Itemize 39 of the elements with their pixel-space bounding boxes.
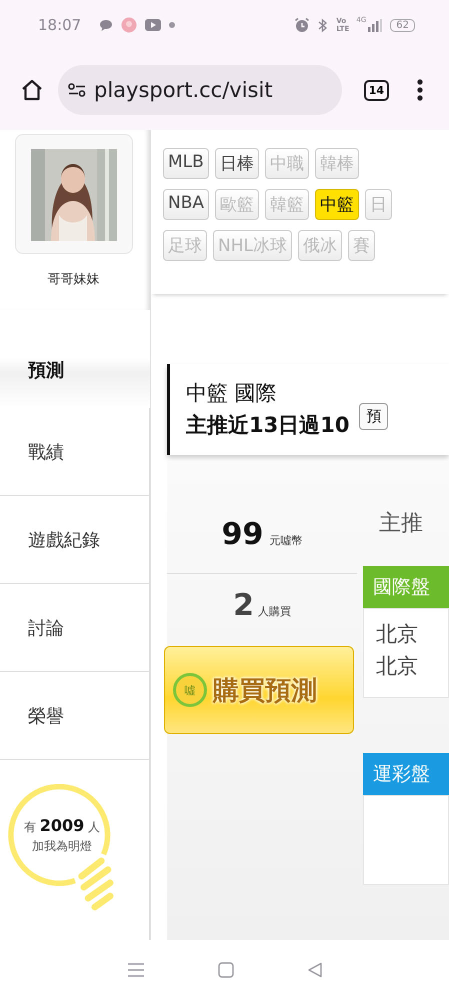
prediction-button[interactable]: 預 — [359, 402, 388, 430]
heading-title: 中籃 國際 — [186, 380, 278, 408]
sport-tag[interactable]: 日棒 — [214, 148, 259, 179]
heading-subtitle: 主推近13日過10 — [186, 412, 350, 440]
dot-icon — [169, 22, 176, 28]
prediction-title: 主推 — [379, 510, 424, 538]
buyers-count: 2 — [233, 588, 254, 623]
tab-count-button[interactable]: 14 — [364, 80, 389, 100]
profile-name: 哥哥妹妹 — [48, 271, 100, 288]
sport-tag[interactable]: NBA — [163, 189, 210, 220]
buyers-unit: 人購買 — [258, 604, 291, 619]
sport-tag[interactable]: MLB — [163, 148, 209, 179]
sport-tag[interactable]: 中籃 — [315, 189, 360, 220]
chat-icon — [99, 18, 114, 32]
section-header: 運彩盤 — [363, 753, 449, 795]
section-body: 北京 北京 — [363, 608, 449, 698]
price-value: 99 — [222, 517, 264, 552]
bluetooth-icon — [318, 18, 328, 32]
recent-apps-icon[interactable] — [126, 963, 144, 977]
menu-icon[interactable] — [417, 78, 423, 102]
alarm-icon — [294, 17, 310, 33]
menu-item[interactable]: 榮譽 — [0, 672, 150, 760]
fans-caption: 加我為明燈 — [32, 838, 92, 855]
back-icon[interactable] — [306, 962, 322, 978]
home-button-icon[interactable] — [218, 962, 234, 978]
home-icon[interactable] — [20, 78, 44, 102]
battery-indicator: 62 — [390, 18, 415, 32]
price-unit: 元噓幣 — [269, 533, 302, 548]
menu-item[interactable]: 討論 — [0, 584, 150, 672]
site-settings-icon[interactable] — [68, 83, 86, 97]
clock-time: 18:07 — [38, 16, 82, 34]
signal-icon — [368, 18, 382, 32]
app-icon — [121, 17, 138, 33]
video-icon — [145, 19, 162, 31]
address-field[interactable]: playsport.cc/visit — [58, 65, 342, 115]
menu-item[interactable]: 遊戲紀錄 — [0, 496, 150, 584]
section-header: 國際盤 — [363, 566, 449, 608]
fans-count: 有 2009 人 — [24, 816, 100, 836]
menu-item[interactable]: 戰績 — [0, 408, 150, 496]
